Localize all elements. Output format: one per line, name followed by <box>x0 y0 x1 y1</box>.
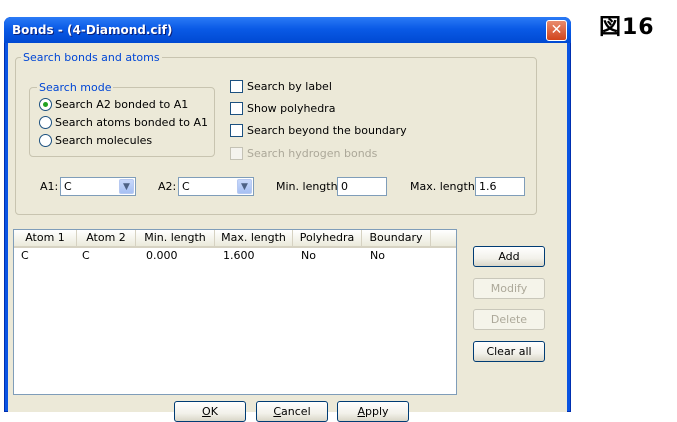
option-label: Search beyond the boundary <box>247 124 407 137</box>
max-length-input[interactable]: 1.6 <box>475 177 525 196</box>
table-cell: C <box>21 249 29 262</box>
bonds-list[interactable]: Atom 1 Atom 2 Min. length Max. length Po… <box>13 229 457 395</box>
mode-atoms-bonded-to-a1[interactable]: Search atoms bonded to A1 <box>39 116 208 129</box>
mode-molecules[interactable]: Search molecules <box>39 134 152 147</box>
option-show-polyhedra[interactable]: Show polyhedra <box>230 102 335 115</box>
column-header[interactable]: Max. length <box>215 230 293 246</box>
column-header[interactable]: Min. length <box>136 230 215 246</box>
checkbox-icon[interactable] <box>230 102 243 115</box>
option-label: Search by label <box>247 80 332 93</box>
modify-button: Modify <box>473 278 545 299</box>
radio-icon[interactable] <box>39 116 52 129</box>
min-length-label: Min. length: <box>276 180 342 193</box>
a1-select[interactable]: C ▼ <box>60 177 136 196</box>
mode-label: Search molecules <box>55 134 153 147</box>
table-row[interactable]: C C 0.000 1.600 No No <box>14 249 431 263</box>
column-header[interactable]: Boundary <box>362 230 431 246</box>
table-cell: 0.000 <box>146 249 178 262</box>
bonds-dialog: Bonds - (4-Diamond.cif) ✕ Search bonds a… <box>4 17 571 422</box>
chevron-down-icon[interactable]: ▼ <box>237 179 252 194</box>
delete-button: Delete <box>473 309 545 330</box>
option-search-beyond-boundary[interactable]: Search beyond the boundary <box>230 124 407 137</box>
mode-label: Search atoms bonded to A1 <box>55 116 208 129</box>
title-bar[interactable]: Bonds - (4-Diamond.cif) ✕ <box>4 17 571 43</box>
close-icon: ✕ <box>550 22 563 38</box>
checkbox-icon[interactable] <box>230 80 243 93</box>
column-header[interactable]: Polyhedra <box>293 230 362 246</box>
a2-label: A2: <box>158 180 177 193</box>
checkbox-icon[interactable] <box>230 124 243 137</box>
max-length-label: Max. length: <box>410 180 479 193</box>
min-length-value: 0 <box>341 180 348 193</box>
option-label: Search hydrogen bonds <box>247 147 378 160</box>
list-header: Atom 1 Atom 2 Min. length Max. length Po… <box>14 230 456 248</box>
close-button[interactable]: ✕ <box>546 20 567 41</box>
table-cell: No <box>301 249 316 262</box>
a1-label: A1: <box>40 180 59 193</box>
min-length-input[interactable]: 0 <box>337 177 387 196</box>
add-button[interactable]: Add <box>473 246 545 267</box>
a2-select[interactable]: C ▼ <box>178 177 254 196</box>
radio-selected-icon[interactable] <box>39 98 52 111</box>
option-search-by-label[interactable]: Search by label <box>230 80 332 93</box>
table-cell: 1.600 <box>223 249 255 262</box>
option-label: Show polyhedra <box>247 102 336 115</box>
window-title: Bonds - (4-Diamond.cif) <box>12 23 173 37</box>
mode-a2-bonded-to-a1[interactable]: Search A2 bonded to A1 <box>39 98 188 111</box>
search-mode-label: Search mode <box>37 81 114 94</box>
table-cell: No <box>370 249 385 262</box>
column-header[interactable]: Atom 1 <box>14 230 77 246</box>
chevron-down-icon[interactable]: ▼ <box>119 179 134 194</box>
a1-value: C <box>64 180 72 193</box>
option-search-hydrogen-bonds: Search hydrogen bonds <box>230 147 377 160</box>
max-length-value: 1.6 <box>479 180 497 193</box>
search-bonds-group-label: Search bonds and atoms <box>21 51 162 64</box>
dialog-client: Search bonds and atoms Search mode Searc… <box>8 43 567 422</box>
radio-icon[interactable] <box>39 134 52 147</box>
a2-value: C <box>182 180 190 193</box>
table-cell: C <box>82 249 90 262</box>
checkbox-icon <box>230 147 243 160</box>
clear-all-button[interactable]: Clear all <box>473 341 545 362</box>
mode-label: Search A2 bonded to A1 <box>55 98 189 111</box>
column-header[interactable]: Atom 2 <box>77 230 136 246</box>
figure-label: 図16 <box>599 15 655 40</box>
